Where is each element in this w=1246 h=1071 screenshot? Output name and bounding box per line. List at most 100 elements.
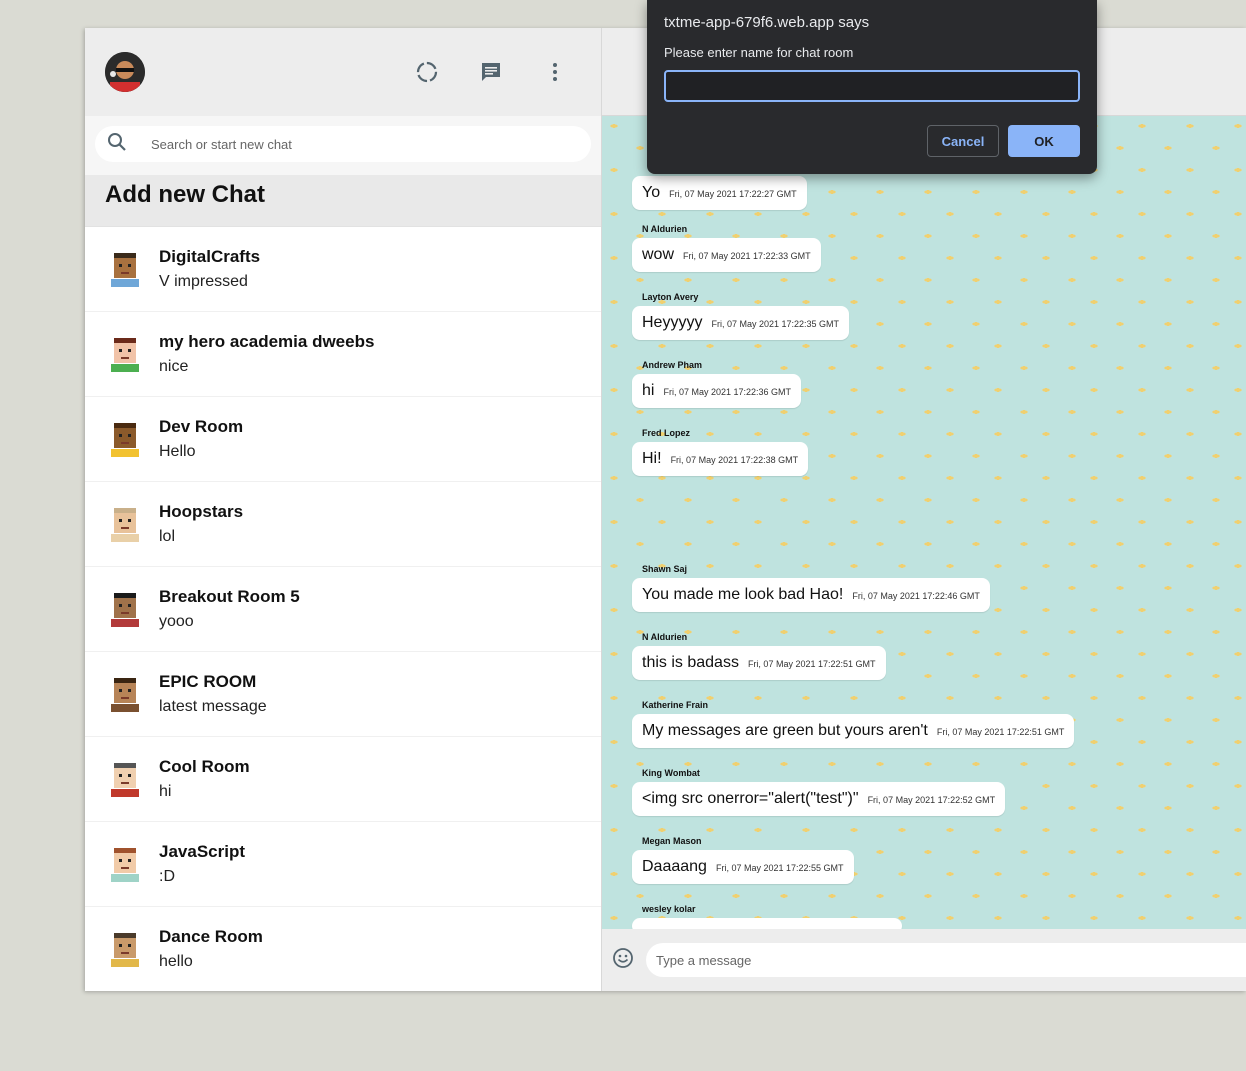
message-text: My messages are green but yours aren't xyxy=(642,722,928,739)
ok-button[interactable]: OK xyxy=(1008,125,1080,157)
message: King Wombat <img src onerror="alert("test… xyxy=(632,768,1006,816)
chat-list-item[interactable]: Cool Room hi xyxy=(85,737,601,822)
chat-name: Cool Room xyxy=(159,757,250,776)
message-timestamp: Fri, 07 May 2021 17:22:51 GMT xyxy=(747,659,876,669)
message-text: Heyyyyy xyxy=(642,314,703,331)
message-bubble: My messages are green but yours aren't Fr… xyxy=(632,714,1075,748)
message-sender: wesley kolar xyxy=(642,904,696,914)
chat-room-name-input[interactable] xyxy=(664,70,1080,102)
message-bubble: Daaaang Fri, 07 May 2021 17:22:55 GMT xyxy=(632,850,854,884)
chat-avatar xyxy=(105,247,145,291)
chat-last-message: :D xyxy=(159,868,175,885)
chat-avatar xyxy=(105,842,145,886)
message-sender: Megan Mason xyxy=(642,836,702,846)
chat-messages[interactable]: Yo Fri, 07 May 2021 17:22:27 GMT N Aldurie… xyxy=(602,116,1246,929)
message-text: Hi! xyxy=(642,450,662,467)
message-sender: N Aldurien xyxy=(642,632,688,642)
message: Shawn Saj You made me look bad Hao! Fri, 0… xyxy=(632,564,990,612)
chat-last-message: hello xyxy=(159,953,193,970)
message-bubble: Heyyyyy Fri, 07 May 2021 17:22:35 GMT xyxy=(632,306,850,340)
user-avatar[interactable] xyxy=(105,52,145,92)
chat-list-item[interactable]: EPIC ROOM latest message xyxy=(85,652,601,737)
chat-name: Dance Room xyxy=(159,927,263,946)
chat-avatar xyxy=(105,502,145,546)
message-sender: N Aldurien xyxy=(642,224,688,234)
message-timestamp: Fri, 07 May 2021 17:22:35 GMT xyxy=(711,319,840,329)
add-new-chat-label: Add new Chat xyxy=(105,181,265,208)
search-icon xyxy=(107,132,127,157)
chat-name: JavaScript xyxy=(159,842,245,861)
message: N Aldurien wow Fri, 07 May 2021 17:22:33 G… xyxy=(632,224,821,272)
message: Yo Fri, 07 May 2021 17:22:27 GMT xyxy=(632,176,807,210)
chat-last-message: V impressed xyxy=(159,273,248,290)
message-bubble: <img src onerror="alert("test")" Fri, 07 … xyxy=(632,782,1006,816)
chat-name: Breakout Room 5 xyxy=(159,587,300,606)
message: Fred Lopez Hi! Fri, 07 May 2021 17:22:38 G… xyxy=(632,428,809,476)
message-bubble xyxy=(632,918,902,929)
message-text: wow xyxy=(642,246,675,263)
chat-name: DigitalCrafts xyxy=(159,247,261,266)
message-bubble: wow Fri, 07 May 2021 17:22:33 GMT xyxy=(632,238,821,272)
message-timestamp: Fri, 07 May 2021 17:22:33 GMT xyxy=(683,251,811,261)
chat-last-message: yooo xyxy=(159,613,194,630)
message-bubble: this is badass Fri, 07 May 2021 17:22:51 … xyxy=(632,646,886,680)
chat-name: my hero academia dweebs xyxy=(159,332,375,351)
chat-name: EPIC ROOM xyxy=(159,672,257,691)
new-chat-icon[interactable] xyxy=(459,52,523,92)
chat-list-item[interactable]: Hoopstars lol xyxy=(85,482,601,567)
chat-list-item[interactable]: Dev Room Hello xyxy=(85,397,601,482)
message-timestamp: Fri, 07 May 2021 17:22:36 GMT xyxy=(663,387,792,397)
message-text: Daaaang xyxy=(642,858,707,875)
message-sender: Layton Avery xyxy=(642,292,699,302)
chat-list-item[interactable]: Dance Room hello xyxy=(85,907,601,991)
message: Layton Avery Heyyyyy Fri, 07 May 2021 17:2… xyxy=(632,292,850,340)
chat-name: Hoopstars xyxy=(159,502,244,521)
message-bubble: You made me look bad Hao! Fri, 07 May 202… xyxy=(632,578,990,612)
chat-last-message: latest message xyxy=(159,698,267,715)
chat-list: DigitalCrafts V impressed my hero academia… xyxy=(85,227,601,991)
message: Megan Mason Daaaang Fri, 07 May 2021 17:22… xyxy=(632,836,854,884)
message: Katherine Frain My messages are green but… xyxy=(632,700,1075,748)
message: N Aldurien this is badass Fri, 07 May 2021… xyxy=(632,632,886,680)
message-sender: Fred Lopez xyxy=(642,428,691,438)
message-timestamp: Fri, 07 May 2021 17:22:46 GMT xyxy=(852,591,980,601)
dialog-message: Please enter name for chat room xyxy=(664,45,854,60)
emoji-icon[interactable] xyxy=(612,947,634,974)
message-sender: Katherine Frain xyxy=(642,700,709,710)
message-text: You made me look bad Hao! xyxy=(642,586,844,603)
sidebar: Add new Chat DigitalCrafts V impressed my … xyxy=(85,28,602,991)
chat-list-item[interactable]: JavaScript :D xyxy=(85,822,601,907)
message-sender: Shawn Saj xyxy=(642,564,688,574)
menu-dots-icon[interactable] xyxy=(523,52,587,92)
message-timestamp: Fri, 07 May 2021 17:22:55 GMT xyxy=(715,863,844,873)
message-timestamp: Fri, 07 May 2021 17:22:51 GMT xyxy=(936,727,1065,737)
search-bar xyxy=(85,116,601,175)
cancel-button[interactable]: Cancel xyxy=(927,125,999,157)
chat-list-item[interactable]: Breakout Room 5 yooo xyxy=(85,567,601,652)
message-sender: Andrew Pham xyxy=(642,360,703,370)
message-input[interactable] xyxy=(646,943,1246,977)
message: Andrew Pham hi Fri, 07 May 2021 17:22:36 G… xyxy=(632,360,802,408)
chat-avatar xyxy=(105,417,145,461)
chat-last-message: Hello xyxy=(159,443,196,460)
message-text: hi xyxy=(642,382,655,399)
message-bubble: hi Fri, 07 May 2021 17:22:36 GMT xyxy=(632,374,802,408)
add-new-chat-button[interactable]: Add new Chat xyxy=(85,175,601,227)
chat-avatar xyxy=(105,587,145,631)
search-input[interactable] xyxy=(151,136,571,152)
chat-footer xyxy=(602,929,1246,991)
chat-last-message: hi xyxy=(159,783,172,800)
message-bubble: Yo Fri, 07 May 2021 17:22:27 GMT xyxy=(632,176,807,210)
sidebar-header xyxy=(85,28,601,116)
status-icon[interactable] xyxy=(395,52,459,92)
chat-avatar xyxy=(105,927,145,971)
message-sender: King Wombat xyxy=(642,768,700,778)
message-bubble: Hi! Fri, 07 May 2021 17:22:38 GMT xyxy=(632,442,809,476)
dialog-title: txtme-app-679f6.web.app says xyxy=(664,14,870,31)
chat-list-item[interactable]: my hero academia dweebs nice xyxy=(85,312,601,397)
chat-list-item[interactable]: DigitalCrafts V impressed xyxy=(85,227,601,312)
chat-avatar xyxy=(105,672,145,716)
message: wesley kolar xyxy=(632,904,902,929)
message-timestamp: Fri, 07 May 2021 17:22:27 GMT xyxy=(669,189,797,199)
chat-avatar xyxy=(105,332,145,376)
